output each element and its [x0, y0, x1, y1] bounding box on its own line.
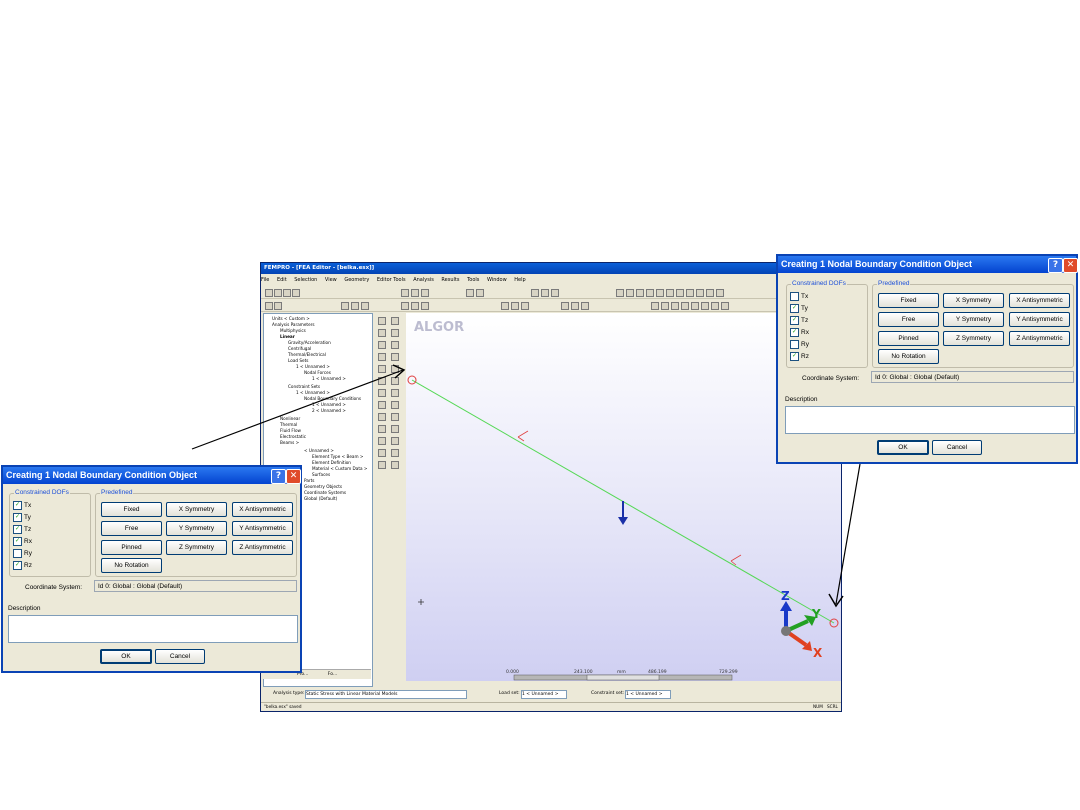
dof-rz-checkbox[interactable]: ✓ Rz [13, 561, 32, 570]
cancel-button[interactable]: Cancel [155, 649, 205, 664]
dof-tx-checkbox[interactable]: ✓ Tx [13, 501, 31, 510]
check-icon: ✓ [790, 352, 799, 361]
predefined-label: Predefined [877, 280, 911, 287]
dof-ry-checkbox[interactable]: Ry [13, 549, 32, 558]
y-antisymmetric-button[interactable]: Y Antisymmetric [1009, 312, 1070, 327]
constrained-dofs-group: Constrained DOFs Tx ✓ Ty ✓ Tz ✓ Rx Ry ✓ Rz [786, 280, 868, 368]
check-icon: ✓ [790, 316, 799, 325]
check-icon: ✓ [13, 513, 22, 522]
dof-rx-checkbox[interactable]: ✓ Rx [790, 328, 809, 337]
description-input[interactable] [8, 615, 298, 643]
close-icon[interactable]: ✕ [286, 469, 301, 484]
z-antisymmetric-button[interactable]: Z Antisymmetric [232, 540, 293, 555]
check-icon: ✓ [13, 525, 22, 534]
boundary-dialog-left: Creating 1 Nodal Boundary Condition Obje… [1, 465, 302, 673]
coordinate-system-value[interactable]: Id 0: Global : Global (Default) [871, 371, 1074, 383]
no-rotation-button[interactable]: No Rotation [101, 558, 162, 573]
help-icon[interactable]: ? [271, 469, 286, 484]
dof-ry-checkbox[interactable]: Ry [790, 340, 809, 349]
z-symmetry-button[interactable]: Z Symmetry [166, 540, 227, 555]
check-icon: ✓ [790, 304, 799, 313]
dof-rx-checkbox[interactable]: ✓ Rx [13, 537, 32, 546]
constrained-dofs-group: Constrained DOFs ✓ Tx ✓ Ty ✓ Tz ✓ Rx Ry ✓ Rz [9, 489, 91, 577]
x-symmetry-button[interactable]: X Symmetry [166, 502, 227, 517]
dof-ty-checkbox[interactable]: ✓ Ty [13, 513, 31, 522]
dialog-title: Creating 1 Nodal Boundary Condition Obje… [778, 256, 1076, 273]
fixed-button[interactable]: Fixed [101, 502, 162, 517]
dof-tz-checkbox[interactable]: ✓ Tz [13, 525, 31, 534]
dialog-title: Creating 1 Nodal Boundary Condition Obje… [3, 467, 300, 484]
z-symmetry-button[interactable]: Z Symmetry [943, 331, 1004, 346]
ok-button[interactable]: OK [100, 649, 152, 664]
y-symmetry-button[interactable]: Y Symmetry [166, 521, 227, 536]
check-icon: ✓ [13, 537, 22, 546]
z-antisymmetric-button[interactable]: Z Antisymmetric [1009, 331, 1070, 346]
constrained-dofs-label: Constrained DOFs [791, 280, 847, 287]
fixed-button[interactable]: Fixed [878, 293, 939, 308]
boundary-dialog-right: Creating 1 Nodal Boundary Condition Obje… [776, 254, 1078, 464]
help-icon[interactable]: ? [1048, 258, 1063, 273]
dof-tz-checkbox[interactable]: ✓ Tz [790, 316, 808, 325]
predefined-label: Predefined [100, 489, 134, 496]
description-label: Description [8, 605, 41, 612]
pinned-button[interactable]: Pinned [878, 331, 939, 346]
callout-line-right [835, 463, 861, 605]
pinned-button[interactable]: Pinned [101, 540, 162, 555]
description-label: Description [785, 396, 818, 403]
predefined-group: Predefined Fixed X Symmetry X Antisymmet… [95, 489, 297, 577]
check-icon: ✓ [13, 501, 22, 510]
coordinate-system-label: Coordinate System: [802, 375, 860, 382]
no-rotation-button[interactable]: No Rotation [878, 349, 939, 364]
description-input[interactable] [785, 406, 1075, 434]
free-button[interactable]: Free [878, 312, 939, 327]
coordinate-system-label: Coordinate System: [25, 584, 83, 591]
ok-button[interactable]: OK [877, 440, 929, 455]
x-symmetry-button[interactable]: X Symmetry [943, 293, 1004, 308]
dof-ty-checkbox[interactable]: ✓ Ty [790, 304, 808, 313]
check-icon: ✓ [13, 561, 22, 570]
y-symmetry-button[interactable]: Y Symmetry [943, 312, 1004, 327]
callout-arrowhead-right [828, 593, 844, 608]
y-antisymmetric-button[interactable]: Y Antisymmetric [232, 521, 293, 536]
check-icon: ✓ [790, 328, 799, 337]
dof-tx-checkbox[interactable]: Tx [790, 292, 808, 301]
callout-line-left [191, 369, 404, 450]
dof-rz-checkbox[interactable]: ✓ Rz [790, 352, 809, 361]
cancel-button[interactable]: Cancel [932, 440, 982, 455]
predefined-group: Predefined Fixed X Symmetry X Antisymmet… [872, 280, 1074, 368]
constrained-dofs-label: Constrained DOFs [14, 489, 70, 496]
coordinate-system-value[interactable]: Id 0: Global : Global (Default) [94, 580, 297, 592]
x-antisymmetric-button[interactable]: X Antisymmetric [232, 502, 293, 517]
x-antisymmetric-button[interactable]: X Antisymmetric [1009, 293, 1070, 308]
free-button[interactable]: Free [101, 521, 162, 536]
close-icon[interactable]: ✕ [1063, 258, 1078, 273]
